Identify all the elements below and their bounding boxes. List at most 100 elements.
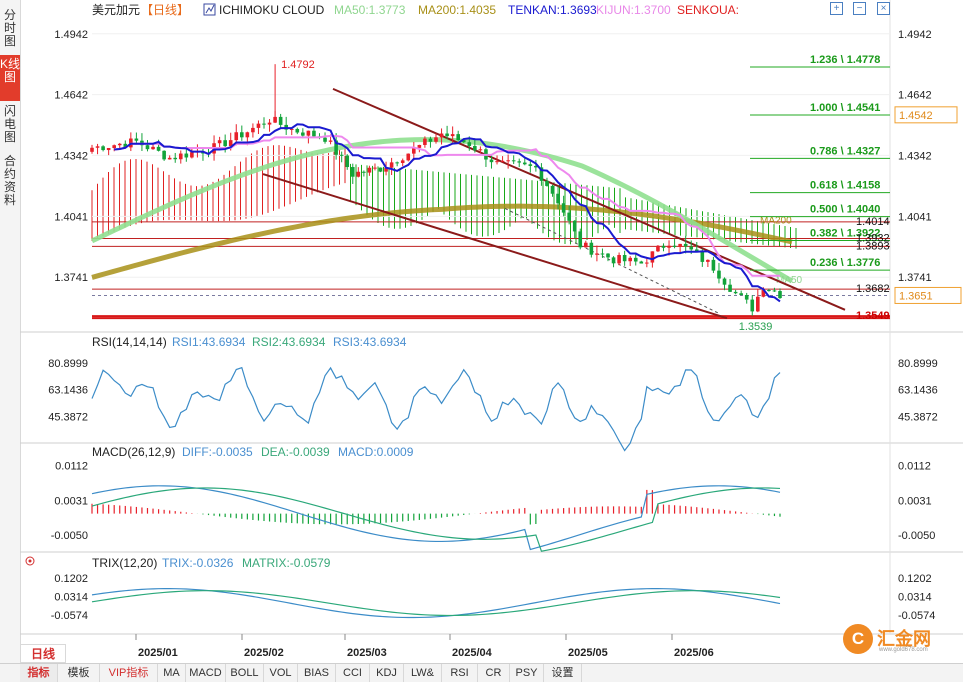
trix-label: TRIX:-0.0326 [162,556,234,570]
logo-url: www.gold678.com [879,647,928,653]
candle-body [556,193,560,204]
zoom-in-button[interactable]: + [830,2,843,15]
candle-body [595,253,599,255]
tab-ma[interactable]: MA [158,664,186,682]
tab-kline[interactable]: K线图 [0,55,20,101]
y-tick-right: 0.1202 [898,573,932,585]
candle-body [278,116,283,125]
tab-flash[interactable]: 闪电图 [0,102,20,148]
period-button[interactable]: 日线 [20,644,66,663]
level-label: 1.3549 [856,310,890,322]
y-tick-left: 45.3872 [48,412,88,424]
y-tick-right: 80.8999 [898,358,938,370]
candle-body [645,262,649,264]
tab-lw[interactable]: LW& [404,664,442,682]
candle-body [689,246,694,250]
y-tick-left: -0.0574 [51,610,88,622]
candle-body [356,171,361,177]
ma200-value: MA200:1.4035 [418,3,496,17]
tab-timeshare[interactable]: 分时图 [0,6,20,52]
candle-body [267,122,272,125]
candle-body [323,137,327,142]
settings-gear-icon [28,559,32,563]
tab-templates[interactable]: 模板 [58,664,100,682]
candle-body [661,245,666,248]
ma50-value: MA50:1.3773 [334,3,406,17]
candle-body [134,138,139,141]
y-tick-right: 1.4642 [898,90,932,102]
y-tick-left: -0.0050 [51,530,88,542]
rsi-title: RSI(14,14,14) [92,335,167,349]
level-label: 1.3682 [856,283,890,295]
tab-bias[interactable]: BIAS [298,664,336,682]
y-tick-right: 45.3872 [898,412,938,424]
candle-body [395,162,399,164]
macd-title: MACD(26,12,9) [92,445,175,459]
tab-boll[interactable]: BOLL [226,664,264,682]
rsi3-label: RSI3:43.6934 [333,335,407,349]
y-tick-right: 0.0314 [898,592,932,604]
symbol-name: 美元加元 [92,3,140,17]
tab-cci[interactable]: CCI [336,664,370,682]
tab-cr[interactable]: CR [478,664,510,682]
tab-contract-info[interactable]: 合约资料 [0,152,20,214]
candle-body [173,157,178,160]
tab-settings[interactable]: 设置 [544,664,582,682]
candle-body [672,245,677,247]
candle-body [90,147,94,152]
candle-body [312,130,316,137]
chart-canvas[interactable]: MA200MA50 1.4792 1.3539 1.236 \ 1.4778 1.0… [20,0,963,663]
y-tick-left: 0.1202 [54,573,88,585]
tab-vol[interactable]: VOL [264,664,298,682]
candle-body [234,132,239,141]
candle-body [184,153,189,158]
y-tick-left: 0.0112 [55,461,88,473]
tab-macd[interactable]: MACD [186,664,226,682]
tab-psy[interactable]: PSY [510,664,544,682]
candle-body [667,245,671,248]
candle-body [683,243,688,247]
matrix-label: MATRIX:-0.0579 [242,556,331,570]
x-tick-label: 2025/04 [452,647,493,659]
y-tick-right: 1.4041 [898,211,932,223]
candle-body [606,253,610,258]
x-tick-label: 2025/05 [568,647,608,659]
y-tick-right: 63.1436 [898,385,938,397]
level-label: 1.3893 [856,240,890,252]
high-annotation: 1.4792 [281,59,315,71]
y-tick-left: 1.4642 [54,90,88,102]
candle-body [362,171,366,173]
close-button[interactable]: × [877,2,890,15]
candle-body [567,212,571,221]
candle-body [450,134,455,137]
tab-kdj[interactable]: KDJ [370,664,404,682]
candle-body [156,146,161,151]
candle-body [456,134,460,141]
tab-vip-indicators[interactable]: VIP指标 [100,664,158,682]
chart-area: MA200 MA50 1.4792 1.3539 1.236 \ 1.4778 1.0… [20,0,963,663]
candle-body [617,255,621,264]
y-tick-right: 0.0112 [898,461,931,473]
ichimoku-cloud [91,145,797,249]
tab-rsi[interactable]: RSI [442,664,478,682]
candle-body [378,167,383,172]
candle-body [611,257,616,264]
fib-label: 0.236 \ 1.3776 [810,257,880,269]
candle-body [240,132,244,138]
candle-body [495,161,499,163]
candle-body [339,154,344,156]
candle-body [500,160,505,162]
candle-body [478,149,483,151]
gold678-logo: C 汇金网 www.gold678.com [843,622,961,658]
candle-body [545,180,549,186]
candle-body [733,291,738,294]
zoom-out-button[interactable]: − [853,2,866,15]
candle-body [511,160,516,162]
candle-body [145,145,150,150]
macd-label: MACD:0.0009 [338,445,414,459]
candle-body [217,140,222,144]
candle-body [328,140,333,142]
y-tick-right: 1.4942 [898,29,932,41]
tab-indicators[interactable]: 指标 [20,664,58,682]
y-tick-right: 1.4342 [898,150,932,162]
